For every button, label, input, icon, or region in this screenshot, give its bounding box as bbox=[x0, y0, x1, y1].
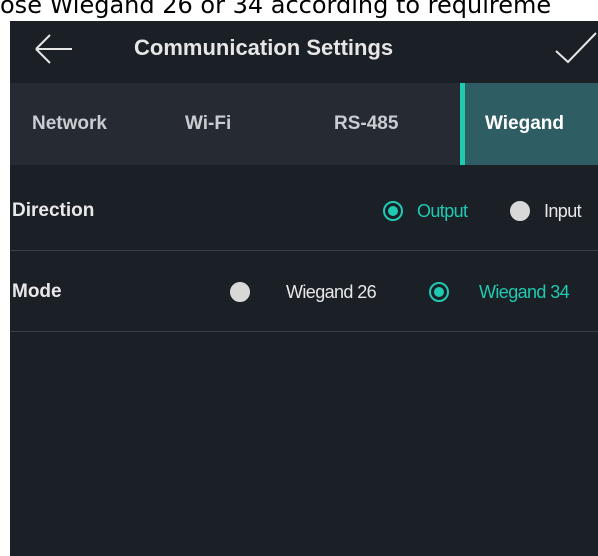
direction-input-label: Input bbox=[544, 200, 582, 221]
mode-wiegand-34-label: Wiegand 34 bbox=[479, 281, 570, 302]
mode-wiegand-26-label: Wiegand 26 bbox=[286, 281, 377, 302]
direction-row: Direction Output Input bbox=[10, 171, 598, 251]
mode-option-wiegand-34[interactable]: Wiegand 34 bbox=[429, 252, 570, 332]
radio-selected-icon[interactable] bbox=[429, 282, 449, 302]
divider bbox=[10, 331, 598, 332]
header-bar: Communication Settings bbox=[10, 21, 598, 87]
tab-wifi[interactable]: Wi-Fi bbox=[185, 83, 231, 165]
arrow-left-icon[interactable] bbox=[32, 31, 76, 67]
divider bbox=[10, 250, 598, 251]
checkmark-icon[interactable] bbox=[552, 29, 598, 69]
tab-network[interactable]: Network bbox=[32, 83, 107, 165]
tab-bar: Network Wi-Fi RS-485 Wiegand bbox=[10, 83, 598, 165]
instruction-caption: ose Wiegand 26 or 34 according to requir… bbox=[0, 0, 552, 19]
mode-label: Mode bbox=[12, 281, 62, 302]
direction-option-output[interactable]: Output bbox=[383, 171, 468, 251]
device-screen: Communication Settings Network Wi-Fi RS-… bbox=[10, 21, 598, 556]
radio-unselected-icon[interactable] bbox=[510, 201, 530, 221]
radio-unselected-icon[interactable] bbox=[230, 282, 250, 302]
tab-rs485[interactable]: RS-485 bbox=[334, 83, 398, 165]
page-title: Communication Settings bbox=[134, 35, 394, 60]
mode-row: Mode Wiegand 26 Wiegand 34 bbox=[10, 252, 598, 332]
mode-option-wiegand-26[interactable]: Wiegand 26 bbox=[230, 252, 377, 332]
direction-output-label: Output bbox=[417, 200, 468, 221]
direction-option-input[interactable]: Input bbox=[510, 171, 582, 251]
direction-label: Direction bbox=[12, 200, 95, 221]
tab-wiegand[interactable]: Wiegand bbox=[460, 83, 598, 165]
radio-selected-icon[interactable] bbox=[383, 201, 403, 221]
